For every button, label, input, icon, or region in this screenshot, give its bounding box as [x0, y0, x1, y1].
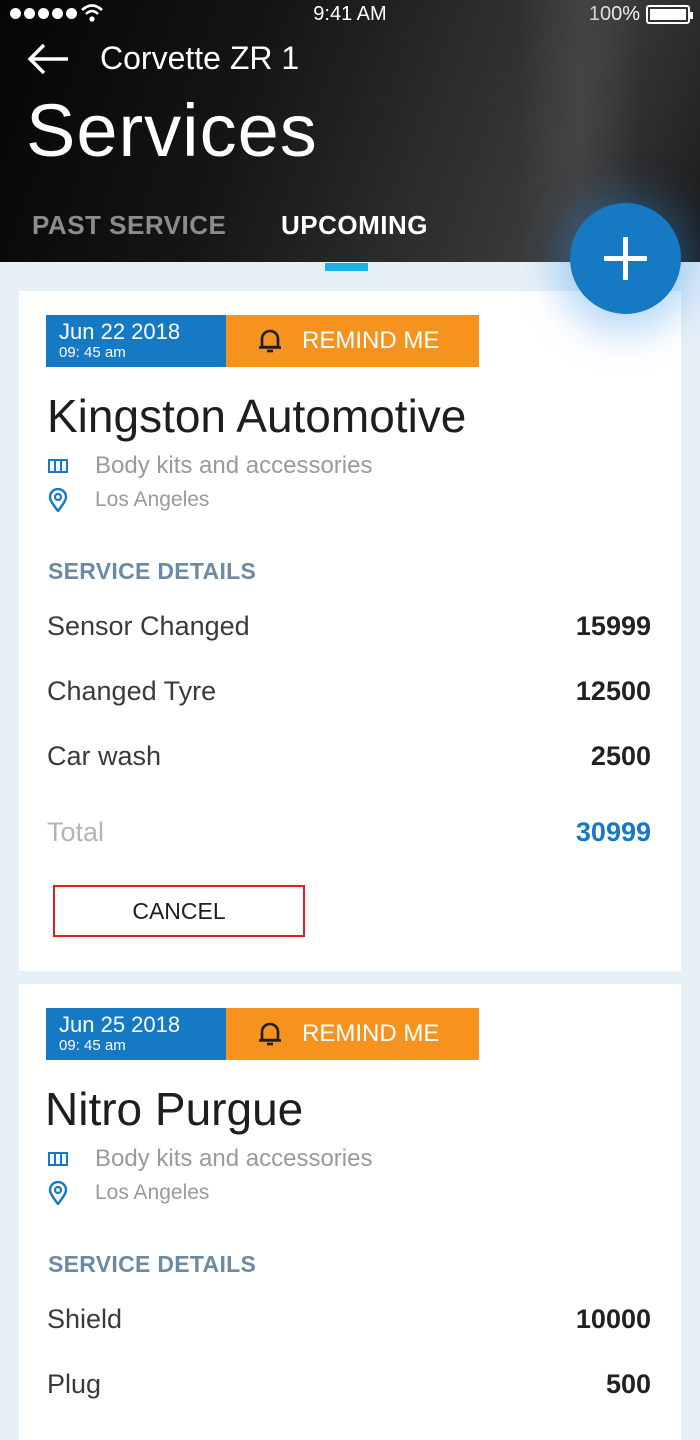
- service-date: Jun 25 2018: [59, 1012, 181, 1037]
- location-pin-icon: [48, 1181, 68, 1205]
- service-item: Plug 500: [47, 1369, 651, 1403]
- car-name: Corvette ZR 1: [100, 40, 300, 76]
- tab-indicator: [325, 263, 368, 271]
- total-row: Total 30999: [47, 817, 651, 851]
- service-item: Shield 10000: [47, 1304, 651, 1338]
- shop-name: Nitro Purgue: [45, 1083, 304, 1135]
- service-item: Car wash 2500: [47, 741, 651, 775]
- service-item-amount: 2500: [590, 741, 651, 771]
- remind-me-button[interactable]: REMIND ME: [226, 1008, 479, 1060]
- category-row: Body kits and accessories: [47, 452, 372, 480]
- location-row: Los Angeles: [47, 1179, 209, 1207]
- service-item-name: Sensor Changed: [47, 611, 250, 641]
- category-row: Body kits and accessories: [47, 1145, 372, 1173]
- page-title: Services: [26, 89, 318, 172]
- remind-me-label: REMIND ME: [302, 1020, 440, 1047]
- cancel-button[interactable]: CANCEL: [53, 885, 305, 937]
- service-item: Sensor Changed 15999: [47, 611, 651, 645]
- service-time: 09: 45 am: [59, 344, 126, 361]
- category-text: Body kits and accessories: [95, 452, 373, 479]
- remind-me-label: REMIND ME: [302, 327, 440, 354]
- service-card: Jun 22 2018 09: 45 am REMIND ME Kingston…: [19, 291, 681, 971]
- service-item-amount: 10000: [575, 1304, 651, 1334]
- service-details-heading: SERVICE DETAILS: [48, 1251, 257, 1277]
- service-details-heading: SERVICE DETAILS: [48, 558, 257, 584]
- remind-me-button[interactable]: REMIND ME: [226, 315, 479, 367]
- location-row: Los Angeles: [47, 486, 209, 514]
- service-item: Changed Tyre 12500: [47, 676, 651, 710]
- service-item-amount: 500: [605, 1369, 651, 1399]
- date-badge: Jun 22 2018 09: 45 am: [46, 315, 226, 367]
- date-badge: Jun 25 2018 09: 45 am: [46, 1008, 226, 1060]
- category-icon: [48, 1152, 68, 1166]
- service-item-name: Shield: [47, 1304, 123, 1334]
- service-item-name: Car wash: [47, 741, 162, 771]
- total-amount: 30999: [575, 817, 651, 847]
- location-text: Los Angeles: [95, 488, 210, 511]
- service-date: Jun 22 2018: [59, 319, 181, 344]
- bell-icon: [259, 1022, 281, 1046]
- service-item-amount: 12500: [575, 676, 651, 706]
- back-arrow-icon[interactable]: [26, 42, 70, 76]
- service-time: 09: 45 am: [59, 1037, 126, 1054]
- service-item-name: Plug: [47, 1369, 102, 1399]
- status-bar: 9:41 AM 100%: [0, 0, 700, 28]
- total-label: Total: [47, 817, 105, 847]
- category-icon: [48, 459, 68, 473]
- battery-percent: 100%: [588, 3, 640, 25]
- status-time: 9:41 AM: [313, 3, 387, 25]
- shop-name: Kingston Automotive: [47, 390, 467, 442]
- tab-past-service[interactable]: PAST SERVICE: [32, 210, 226, 241]
- battery-icon: [646, 5, 693, 24]
- service-item-name: Changed Tyre: [47, 676, 217, 706]
- add-service-button[interactable]: [570, 203, 681, 314]
- service-item-amount: 15999: [575, 611, 651, 641]
- location-pin-icon: [48, 488, 68, 512]
- location-text: Los Angeles: [95, 1181, 210, 1204]
- tab-upcoming[interactable]: UPCOMING: [281, 210, 428, 241]
- bell-icon: [259, 329, 281, 353]
- category-text: Body kits and accessories: [95, 1145, 373, 1172]
- service-card: Jun 25 2018 09: 45 am REMIND ME Nitro Pu…: [19, 984, 681, 1440]
